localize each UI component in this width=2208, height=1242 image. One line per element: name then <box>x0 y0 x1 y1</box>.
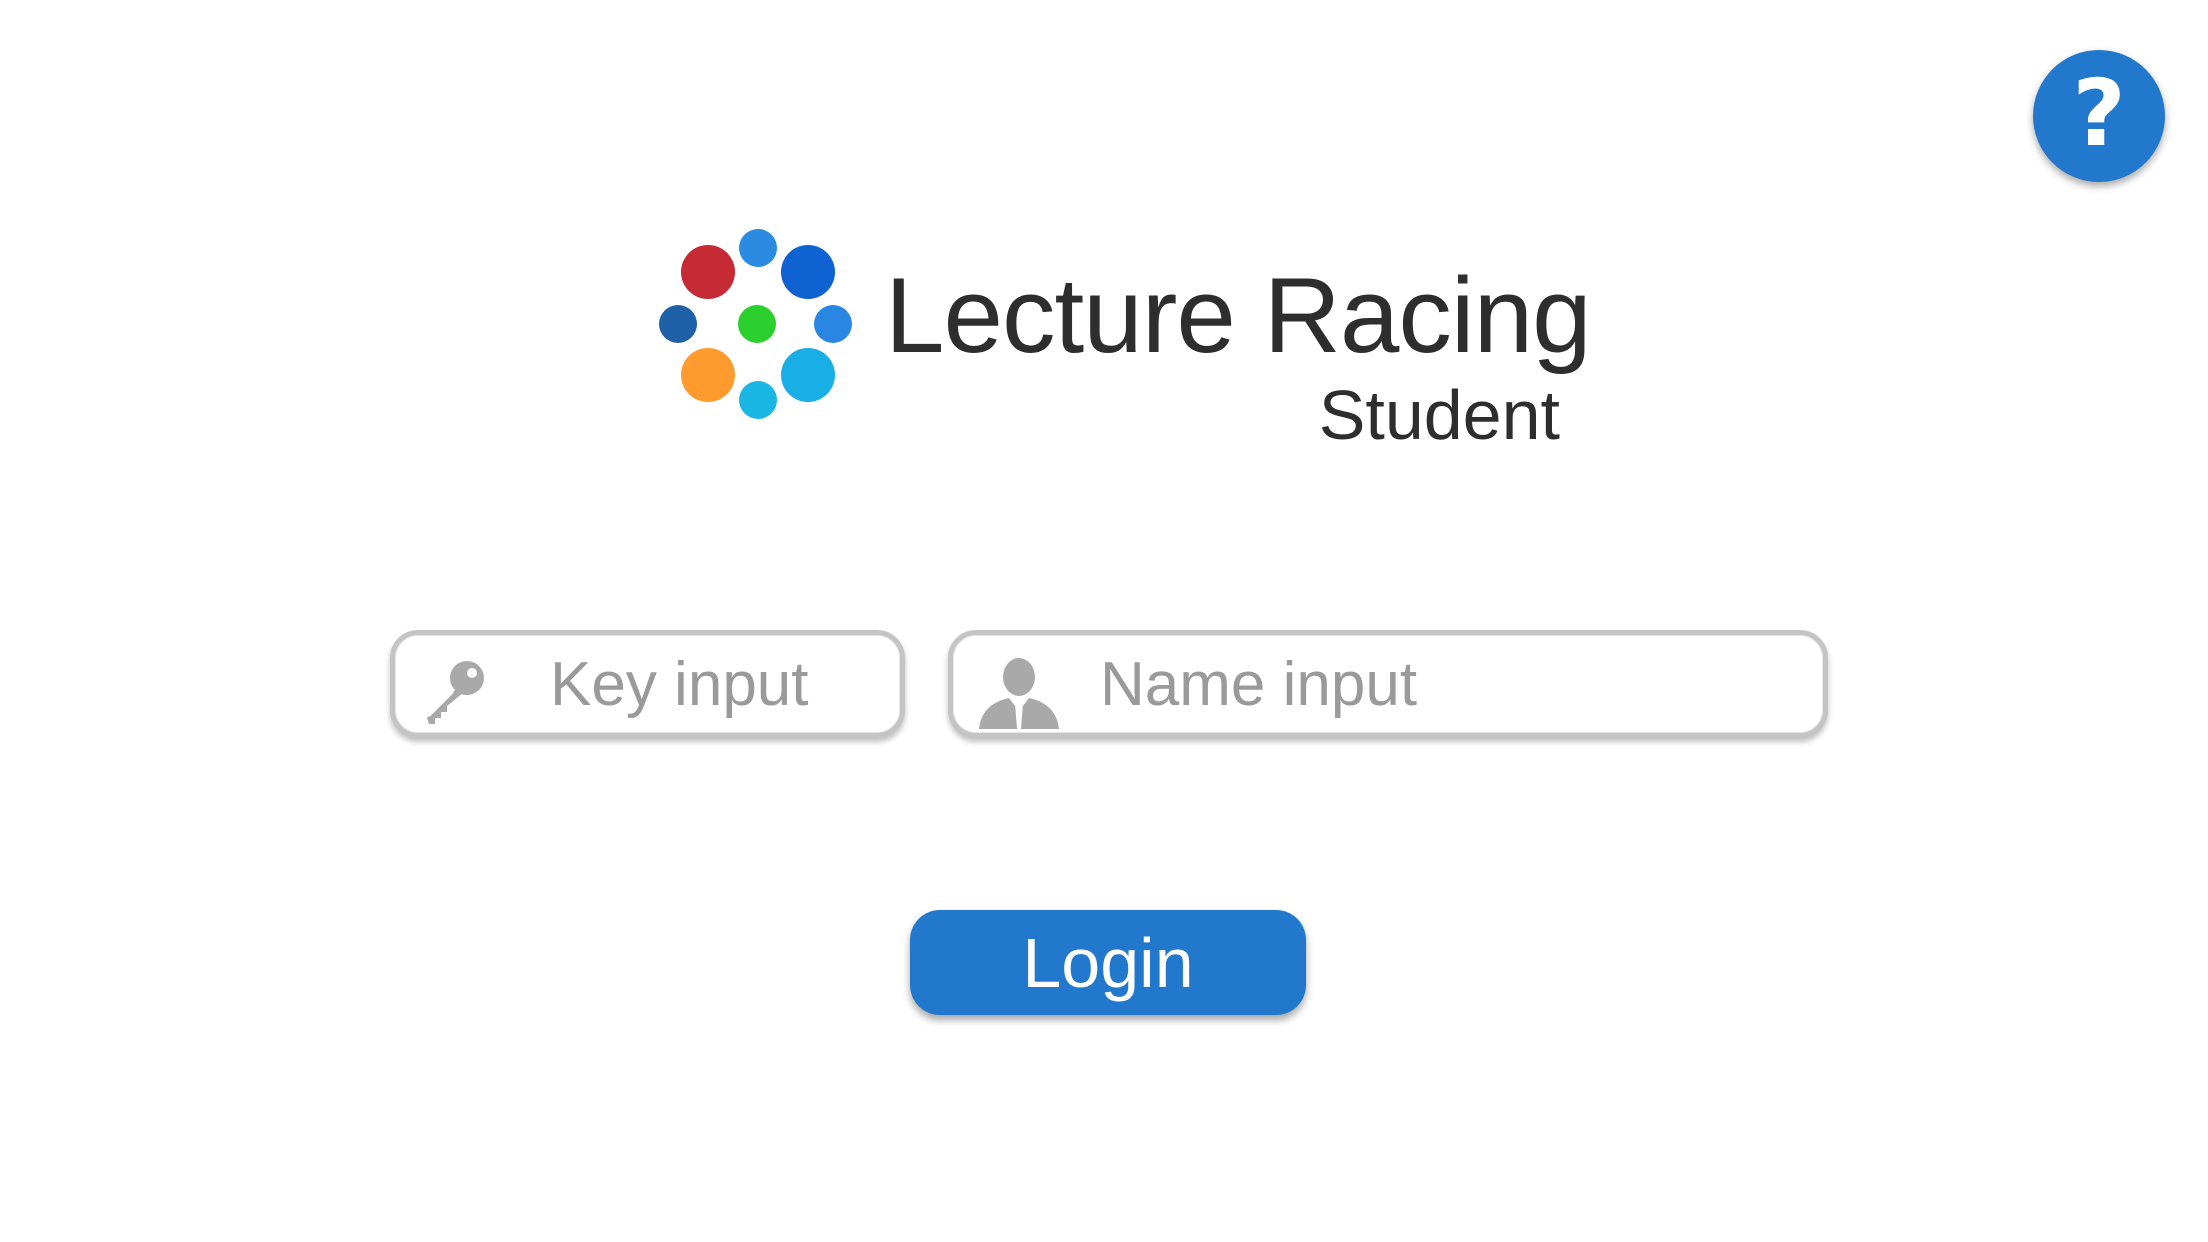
help-button[interactable]: ? <box>2033 50 2165 182</box>
login-screen: ? Lecture Racing Student Login <box>0 0 2208 1242</box>
help-icon: ? <box>2072 60 2126 167</box>
name-field[interactable] <box>948 630 1828 738</box>
user-icon <box>979 658 1059 729</box>
name-input[interactable] <box>1100 635 1800 733</box>
key-field[interactable] <box>390 630 905 738</box>
key-icon <box>427 661 484 724</box>
key-input[interactable] <box>550 635 890 733</box>
app-title: Lecture Racing <box>885 255 1592 375</box>
app-subtitle: Student <box>1318 376 1560 454</box>
login-button[interactable]: Login <box>910 910 1306 1015</box>
logo-dots-icon <box>659 229 852 419</box>
login-button-label: Login <box>1022 923 1194 1002</box>
